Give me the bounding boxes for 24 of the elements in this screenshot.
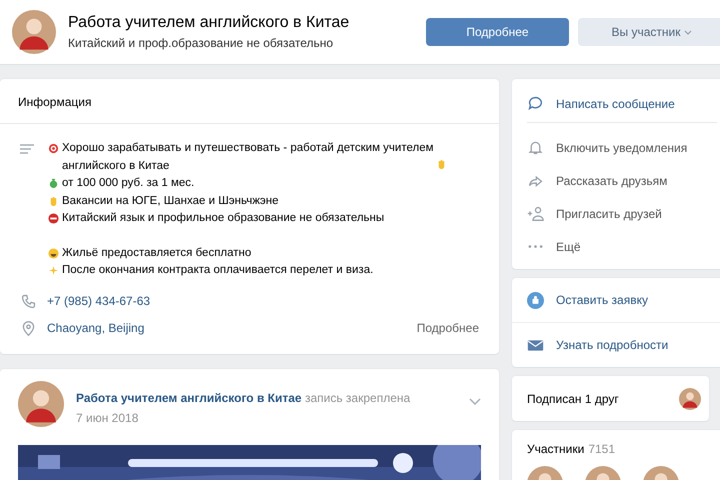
description-line: Вакансии на ЮГЕ, Шанхае и Шэньчжэне [62, 194, 279, 208]
description-line: Жильё предоставляется бесплатно [62, 246, 252, 260]
app-link[interactable]: Узнать подробности [556, 338, 668, 352]
app-link[interactable]: Оставить заявку [556, 293, 648, 307]
action-item[interactable]: Написать сообщение [527, 85, 717, 123]
section-title: Информация [0, 79, 499, 124]
details-button[interactable]: Подробнее [426, 18, 569, 46]
description-line: Китайский язык и профильное образование не обязательны [62, 211, 384, 226]
group-status: Китайский и проф.образование не обязательно [68, 36, 334, 50]
post-header: Работа учителем английского в Китае запись закреплена [76, 390, 410, 404]
more-link[interactable]: Подробнее [416, 321, 479, 335]
contact-text[interactable]: Chaoyang, Beijing [47, 321, 144, 335]
members-count: 7151 [588, 442, 616, 456]
action-item[interactable]: Включить уведомления [512, 131, 720, 164]
group-title: Работа учителем английского в Китае [68, 14, 350, 32]
action-item[interactable]: Пригласить друзей [512, 197, 720, 230]
description-line: После окончания контракта оплачивается перелет и виза. [62, 263, 374, 278]
members-title[interactable]: Участники [527, 442, 584, 456]
action-item[interactable]: Рассказать друзьям [512, 164, 720, 197]
friends-label[interactable]: Подписан 1 друг [527, 392, 619, 406]
action-item[interactable]: Ещё [512, 230, 720, 263]
member-button[interactable]: Вы участник [578, 18, 720, 46]
contact-text: +7 (985) 434-67-63 [47, 294, 150, 308]
description-line: от 100 000 руб. за 1 мес. [62, 176, 194, 191]
